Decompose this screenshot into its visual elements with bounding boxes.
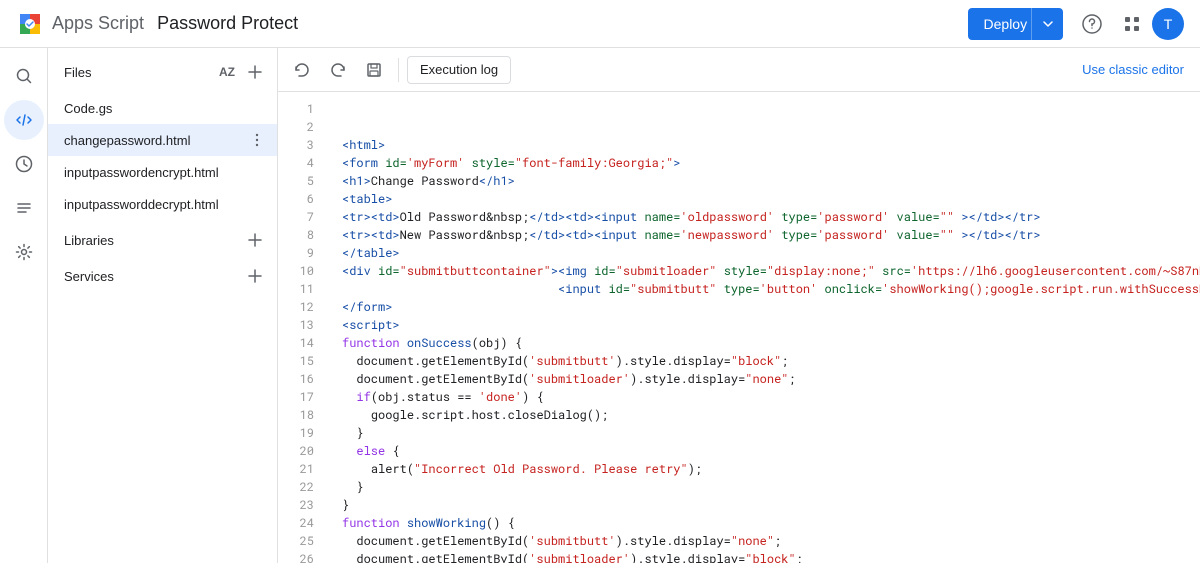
code-line: <div id="submitbuttcontainer"><img id="s…	[342, 262, 1200, 280]
sidebar-executions-button[interactable]	[4, 188, 44, 228]
code-line: alert("Incorrect Old Password. Please re…	[342, 460, 1200, 478]
topbar-divider	[148, 13, 153, 34]
code-line: else {	[342, 442, 1200, 460]
file-name-inputencrypt: inputpasswordencrypt.html	[64, 165, 269, 180]
deploy-button-label: Deploy	[984, 16, 1032, 32]
add-icon	[246, 63, 264, 81]
code-line: document.getElementById('submitloader').…	[342, 370, 1200, 388]
code-line: document.getElementById('submitloader').…	[342, 550, 1200, 563]
file-name-inputdecrypt: inputpassworddecrypt.html	[64, 197, 269, 212]
code-line: <input id="submitbutt" type='button' onc…	[342, 280, 1200, 298]
apps-button[interactable]	[1112, 4, 1152, 44]
sidebar-settings-button[interactable]	[4, 232, 44, 272]
file-item-changepassword[interactable]: changepassword.html	[48, 124, 277, 156]
code-line: <form id='myForm' style="font-family:Geo…	[342, 154, 1200, 172]
code-line: document.getElementById('submitbutt').st…	[342, 532, 1200, 550]
save-button[interactable]	[358, 54, 390, 86]
services-section[interactable]: Services	[48, 256, 277, 292]
code-editor[interactable]: 12345 678910 1112131415 1617181920 21222…	[278, 92, 1200, 563]
code-line: <script>	[342, 316, 1200, 334]
sidebar-code-button[interactable]	[4, 100, 44, 140]
execution-log-button[interactable]: Execution log	[407, 56, 511, 84]
deploy-dropdown-arrow[interactable]	[1031, 8, 1063, 40]
file-item-inputencrypt[interactable]: inputpasswordencrypt.html	[48, 156, 277, 188]
code-line: function showWorking() {	[342, 514, 1200, 532]
topbar: Apps Script Password Protect Deploy T	[0, 0, 1200, 48]
code-line: }	[342, 424, 1200, 442]
project-name-label: Password Protect	[157, 13, 298, 34]
grid-icon	[1122, 14, 1142, 34]
toolbar-divider	[398, 58, 399, 82]
add-library-icon	[246, 231, 264, 249]
line-numbers: 12345 678910 1112131415 1617181920 21222…	[278, 92, 326, 563]
gear-icon	[15, 243, 33, 261]
add-service-icon	[246, 267, 264, 285]
code-line: document.getElementById('submitbutt').st…	[342, 352, 1200, 370]
file-menu-button[interactable]	[245, 128, 269, 152]
files-label: Files	[64, 65, 213, 80]
apps-script-logo-icon	[16, 10, 44, 38]
code-line: google.script.host.closeDialog();	[342, 406, 1200, 424]
classic-editor-button[interactable]: Use classic editor	[1074, 58, 1192, 81]
file-item-codejs[interactable]: Code.gs	[48, 92, 277, 124]
code-icon	[15, 111, 33, 129]
help-icon	[1082, 14, 1102, 34]
editor-area: Execution log Use classic editor 12345 6…	[278, 48, 1200, 563]
add-service-button[interactable]	[241, 262, 269, 290]
file-name-codejs: Code.gs	[64, 101, 269, 116]
main-layout: Files AZ Code.gs changepassword.html	[0, 48, 1200, 563]
more-vert-icon	[249, 132, 265, 148]
code-line: <h1>Change Password</h1>	[342, 172, 1200, 190]
execution-log-label: Execution log	[420, 62, 498, 77]
classic-editor-label: Use classic editor	[1082, 62, 1184, 77]
redo-icon	[329, 61, 347, 79]
code-line: <tr><td>New Password&nbsp;</td><td><inpu…	[342, 226, 1200, 244]
search-icon	[15, 67, 33, 85]
deploy-button[interactable]: Deploy	[968, 8, 1064, 40]
sidebar-search-button[interactable]	[4, 56, 44, 96]
undo-icon	[293, 61, 311, 79]
list-icon	[15, 199, 33, 217]
add-library-button[interactable]	[241, 226, 269, 254]
file-item-inputdecrypt[interactable]: inputpassworddecrypt.html	[48, 188, 277, 220]
code-line: </table>	[342, 244, 1200, 262]
icon-sidebar	[0, 48, 48, 563]
code-line: <tr><td>Old Password&nbsp;</td><td><inpu…	[342, 208, 1200, 226]
file-panel: Files AZ Code.gs changepassword.html	[48, 48, 278, 563]
sidebar-triggers-button[interactable]	[4, 144, 44, 184]
file-list: Code.gs changepassword.html inputpasswor…	[48, 92, 277, 220]
help-button[interactable]	[1072, 4, 1112, 44]
files-header: Files AZ	[48, 48, 277, 92]
chevron-down-icon	[1040, 16, 1056, 32]
services-label: Services	[64, 269, 241, 284]
app-name-label: Apps Script	[52, 13, 144, 34]
avatar[interactable]: T	[1152, 8, 1184, 40]
editor-toolbar: Execution log Use classic editor	[278, 48, 1200, 92]
code-line: if(obj.status == 'done') {	[342, 388, 1200, 406]
code-line: }	[342, 496, 1200, 514]
code-content[interactable]: <html><form id='myForm' style="font-fami…	[326, 92, 1200, 563]
libraries-label: Libraries	[64, 233, 241, 248]
save-icon	[365, 61, 383, 79]
sort-files-button[interactable]: AZ	[213, 58, 241, 86]
clock-icon	[15, 155, 33, 173]
code-line: }	[342, 478, 1200, 496]
app-logo	[16, 10, 44, 38]
redo-button[interactable]	[322, 54, 354, 86]
code-line: function onSuccess(obj) {	[342, 334, 1200, 352]
add-file-button[interactable]	[241, 58, 269, 86]
undo-button[interactable]	[286, 54, 318, 86]
libraries-section[interactable]: Libraries	[48, 220, 277, 256]
sort-az-label: AZ	[219, 65, 235, 79]
code-line: <table>	[342, 190, 1200, 208]
code-line: <html>	[342, 136, 1200, 154]
file-name-changepassword: changepassword.html	[64, 133, 245, 148]
code-line: </form>	[342, 298, 1200, 316]
